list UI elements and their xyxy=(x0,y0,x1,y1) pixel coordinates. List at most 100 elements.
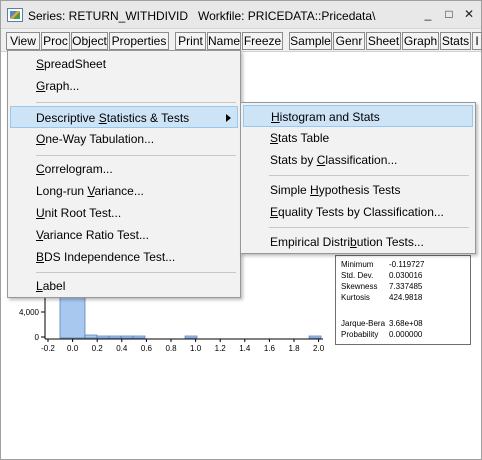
menu-item-histogram-and-stats[interactable]: Histogram and Stats xyxy=(243,105,473,127)
menu-item-label: Empirical Distribution Tests... xyxy=(270,235,424,249)
menu-item-label-text: Label xyxy=(36,279,66,293)
x-tick-label: 0.2 xyxy=(92,344,104,353)
ident-button[interactable]: I xyxy=(472,32,482,50)
menu-item-bds-independence-test[interactable]: BDS Independence Test... xyxy=(10,246,238,268)
x-tick-label: -0.2 xyxy=(41,344,55,353)
menu-item-one-way-tabulation[interactable]: One-Way Tabulation... xyxy=(10,128,238,150)
stat-row-jarque-bera: Jarque-Bera 3.68e+08 xyxy=(341,319,467,329)
submenu-arrow-icon xyxy=(226,114,231,122)
sample-button[interactable]: Sample xyxy=(289,32,332,50)
menu-separator xyxy=(36,272,236,273)
stat-label: Minimum xyxy=(341,260,374,269)
stat-value: 7.337485 xyxy=(389,282,423,291)
menu-item-label: Unit Root Test... xyxy=(36,206,122,220)
menu-item-label: Graph... xyxy=(36,79,80,93)
menu-item-unit-root-test[interactable]: Unit Root Test... xyxy=(10,202,238,224)
menu-item-label[interactable]: Label xyxy=(10,275,238,297)
menu-item-long-run-variance[interactable]: Long-run Variance... xyxy=(10,180,238,202)
graph-button[interactable]: Graph xyxy=(402,32,439,50)
stat-row-skewness: Skewness 7.337485 xyxy=(341,282,467,292)
menu-item-label: Histogram and Stats xyxy=(271,110,380,124)
menu-item-label: Stats Table xyxy=(270,131,330,145)
x-tick-label: 0.8 xyxy=(165,344,177,353)
x-tick-label: 1.4 xyxy=(239,344,251,353)
menu-item-label: Simple Hypothesis Tests xyxy=(270,183,401,197)
x-tick-label: 1.0 xyxy=(190,344,202,353)
menu-item-spreadsheet[interactable]: SpreadSheet xyxy=(10,53,238,75)
menu-item-equality-tests-by-classification[interactable]: Equality Tests by Classification... xyxy=(243,201,473,223)
name-button[interactable]: Name xyxy=(207,32,241,50)
series-toolbar: View Proc Object Properties Print Name F… xyxy=(1,31,482,51)
x-tick-label: 0.4 xyxy=(116,344,128,353)
freeze-button[interactable]: Freeze xyxy=(242,32,283,50)
restore-icon[interactable]: □ xyxy=(441,7,457,21)
menu-separator xyxy=(36,102,236,103)
menu-item-label: SpreadSheet xyxy=(36,57,107,71)
print-button[interactable]: Print xyxy=(175,32,206,50)
menu-item-graph[interactable]: Graph... xyxy=(10,75,238,97)
histogram-bar xyxy=(108,335,122,339)
menu-item-label: Descriptive Statistics & Tests xyxy=(36,111,190,125)
stat-row-std-dev: Std. Dev. 0.030016 xyxy=(341,271,467,281)
stat-value: -0.119727 xyxy=(389,260,425,269)
stat-value: 0.000000 xyxy=(389,330,423,339)
stat-value: 0.030016 xyxy=(389,271,423,280)
stat-value: 424.9818 xyxy=(389,293,423,302)
x-tick-label: 0.6 xyxy=(141,344,153,353)
x-tick-label: 1.8 xyxy=(288,344,300,353)
menu-separator xyxy=(269,227,469,228)
stat-label: Probability xyxy=(341,330,379,339)
menu-item-label: Variance Ratio Test... xyxy=(36,228,149,242)
menu-item-label: Correlogram... xyxy=(36,162,113,176)
stat-label: Jarque-Bera xyxy=(341,319,386,328)
stats-button[interactable]: Stats xyxy=(440,32,471,50)
stat-row-kurtosis: Kurtosis 424.9818 xyxy=(341,293,467,303)
histogram-bar xyxy=(96,335,110,339)
menu-item-label: One-Way Tabulation... xyxy=(36,132,155,146)
histogram-bar xyxy=(308,335,322,339)
histogram-bar xyxy=(184,335,198,339)
menu-item-empirical-distribution-tests[interactable]: Empirical Distribution Tests... xyxy=(243,231,473,253)
x-tick-label: 1.6 xyxy=(264,344,276,353)
y-tick-label-4000: 4,000 xyxy=(19,308,40,317)
x-axis-ticks: -0.2 0.0 0.2 0.4 0.6 0.8 1.0 1.2 1.4 1.6 1.8 2.0 xyxy=(41,339,325,353)
menu-item-simple-hypothesis-tests[interactable]: Simple Hypothesis Tests xyxy=(243,179,473,201)
title-bar[interactable]: Series: RETURN_WITHDIVID Workfile: PRICE… xyxy=(1,1,481,29)
menu-item-label: Equality Tests by Classification... xyxy=(270,205,444,219)
menu-separator xyxy=(36,155,236,156)
view-button[interactable]: View xyxy=(6,32,40,50)
histogram-bar xyxy=(84,334,98,339)
menu-item-variance-ratio-test[interactable]: Variance Ratio Test... xyxy=(10,224,238,246)
menu-item-stats-by-classification[interactable]: Stats by Classification... xyxy=(243,149,473,171)
series-window: Series: RETURN_WITHDIVID Workfile: PRICE… xyxy=(0,0,482,460)
window-title: Series: RETURN_WITHDIVID Workfile: PRICE… xyxy=(28,9,376,23)
view-menu: SpreadSheet Graph... Descriptive Statist… xyxy=(7,50,241,298)
histogram-bar xyxy=(120,335,134,339)
descriptive-statistics-submenu: Histogram and Stats Stats Table Stats by… xyxy=(240,102,476,254)
stat-label: Std. Dev. xyxy=(341,271,374,280)
histogram-bar xyxy=(132,335,146,339)
series-window-icon xyxy=(7,8,23,22)
x-tick-label: 0.0 xyxy=(67,344,79,353)
x-tick-label: 2.0 xyxy=(313,344,325,353)
menu-item-descriptive-statistics[interactable]: Descriptive Statistics & Tests xyxy=(10,106,238,128)
menu-item-label: BDS Independence Test... xyxy=(36,250,176,264)
menu-item-label: Stats by Classification... xyxy=(270,153,398,167)
close-icon[interactable]: ✕ xyxy=(461,7,477,21)
stat-label: Kurtosis xyxy=(341,293,370,302)
genr-button[interactable]: Genr xyxy=(333,32,365,50)
minimize-icon[interactable]: _ xyxy=(420,7,436,21)
object-button[interactable]: Object xyxy=(71,32,108,50)
menu-separator xyxy=(269,175,469,176)
stat-label: Skewness xyxy=(341,282,378,291)
stat-row-probability: Probability 0.000000 xyxy=(341,330,467,340)
descriptive-stats-box: Minimum -0.119727 Std. Dev. 0.030016 Ske… xyxy=(335,255,471,345)
properties-button[interactable]: Properties xyxy=(109,32,169,50)
sheet-button[interactable]: Sheet xyxy=(366,32,401,50)
y-tick-label-0: 0 xyxy=(35,333,40,342)
proc-button[interactable]: Proc xyxy=(41,32,70,50)
stat-value: 3.68e+08 xyxy=(389,319,423,328)
stat-row-minimum: Minimum -0.119727 xyxy=(341,260,467,270)
menu-item-stats-table[interactable]: Stats Table xyxy=(243,127,473,149)
menu-item-correlogram[interactable]: Correlogram... xyxy=(10,158,238,180)
